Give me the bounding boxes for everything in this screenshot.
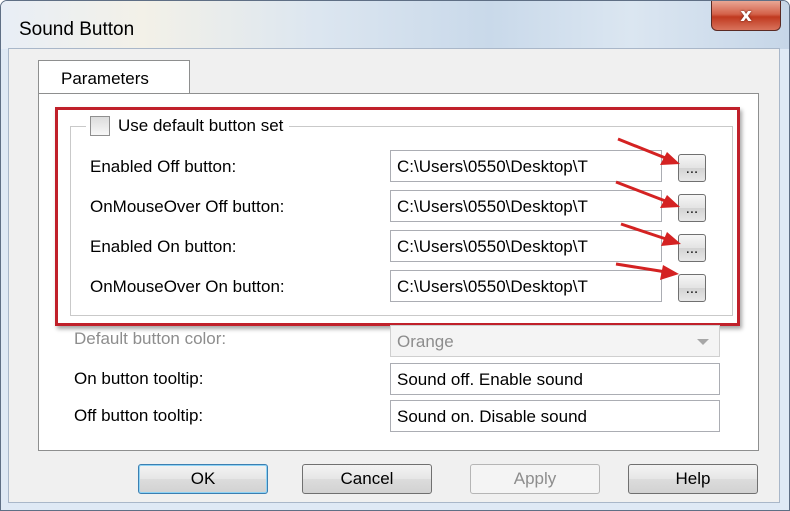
default-color-value: Orange bbox=[397, 332, 454, 351]
use-default-label: Use default button set bbox=[118, 116, 284, 135]
default-color-label: Default button color: bbox=[74, 329, 227, 348]
apply-button[interactable]: Apply bbox=[470, 464, 600, 494]
enabled-on-label: Enabled On button: bbox=[90, 237, 237, 256]
use-default-checkbox[interactable] bbox=[90, 116, 110, 136]
annotation-arrow-icon bbox=[615, 180, 680, 208]
mouseover-on-label: OnMouseOver On button: bbox=[90, 277, 285, 296]
annotation-arrow-icon bbox=[620, 222, 681, 246]
enabled-off-label: Enabled Off button: bbox=[90, 157, 237, 176]
tab-parameters[interactable]: Parameters bbox=[38, 60, 190, 94]
annotation-arrow-icon bbox=[617, 137, 680, 165]
use-default-button-set[interactable]: Use default button set bbox=[86, 114, 290, 138]
default-color-dropdown[interactable]: Orange bbox=[390, 325, 720, 357]
on-tooltip-field[interactable]: Sound off. Enable sound bbox=[390, 363, 720, 395]
ok-button[interactable]: OK bbox=[138, 464, 268, 494]
annotation-arrow-icon bbox=[615, 262, 679, 280]
chevron-down-icon bbox=[697, 339, 709, 345]
close-icon: x bbox=[740, 5, 752, 26]
cancel-button[interactable]: Cancel bbox=[302, 464, 432, 494]
title-bar[interactable]: Sound Button x bbox=[1, 1, 789, 49]
on-tooltip-label: On button tooltip: bbox=[74, 369, 204, 388]
window-title: Sound Button bbox=[19, 19, 135, 40]
off-tooltip-label: Off button tooltip: bbox=[74, 406, 204, 425]
close-button[interactable]: x bbox=[711, 1, 781, 31]
mouseover-off-label: OnMouseOver Off button: bbox=[90, 197, 285, 216]
off-tooltip-field[interactable]: Sound on. Disable sound bbox=[390, 400, 720, 432]
help-button[interactable]: Help bbox=[628, 464, 758, 494]
